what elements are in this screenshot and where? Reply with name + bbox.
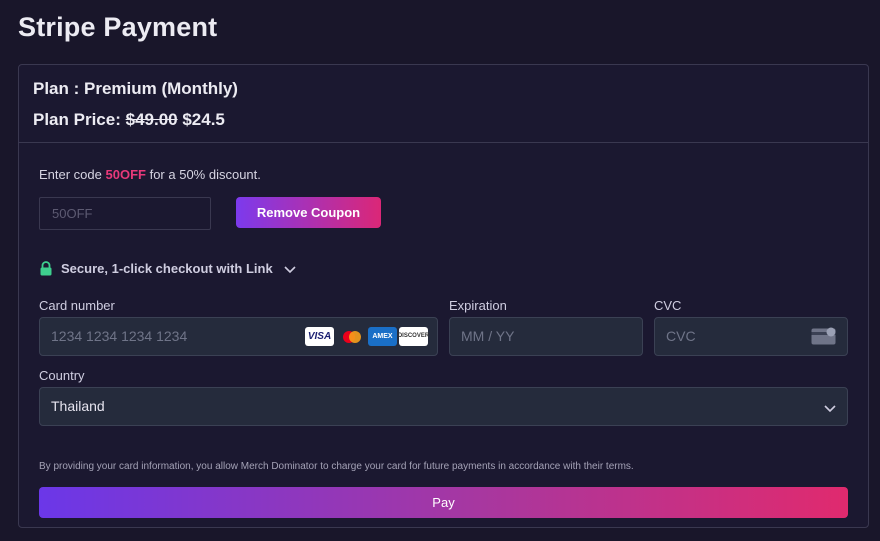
chevron-down-icon	[824, 405, 836, 413]
expiration-placeholder: MM / YY	[461, 328, 515, 344]
link-checkout-toggle[interactable]: Secure, 1-click checkout with Link	[39, 261, 297, 276]
plan-new-price: $24.5	[182, 110, 225, 129]
plan-price-label: Plan Price:	[33, 110, 121, 129]
discover-icon: DISCOVER	[398, 327, 429, 346]
page-title: Stripe Payment	[18, 12, 218, 42]
expiration-input[interactable]: MM / YY	[449, 317, 643, 356]
mastercard-icon	[337, 327, 366, 346]
cvc-card-icon	[811, 327, 836, 345]
coupon-hint: Enter code 50OFF for a 50% discount.	[39, 167, 261, 182]
plan-old-price: $49.00	[125, 110, 178, 129]
cvc-label: CVC	[654, 298, 682, 313]
country-select[interactable]: Thailand	[39, 387, 848, 426]
card-number-placeholder: 1234 1234 1234 1234	[51, 328, 188, 344]
coupon-code-highlight: 50OFF	[105, 167, 146, 182]
lock-icon	[40, 261, 52, 276]
payment-card: Plan : Premium (Monthly) Plan Price: $49…	[18, 64, 869, 528]
card-number-label: Card number	[39, 298, 115, 313]
coupon-hint-suffix: for a 50% discount.	[149, 167, 261, 182]
visa-icon: VISA	[305, 327, 334, 346]
expiration-label: Expiration	[449, 298, 507, 313]
terms-text: By providing your card information, you …	[39, 461, 634, 472]
coupon-input[interactable]: 50OFF	[39, 197, 211, 230]
country-value: Thailand	[51, 398, 105, 414]
coupon-hint-prefix: Enter code	[39, 167, 102, 182]
country-label: Country	[39, 368, 85, 383]
cvc-placeholder: CVC	[666, 328, 696, 344]
plan-name: Plan : Premium (Monthly)	[33, 79, 238, 98]
plan-price: Plan Price: $49.00 $24.5	[33, 110, 854, 130]
cvc-input[interactable]: CVC	[654, 317, 848, 356]
pay-button[interactable]: Pay	[39, 487, 848, 518]
link-checkout-text: Secure, 1-click checkout with Link	[61, 261, 273, 276]
chevron-down-icon	[284, 265, 296, 273]
amex-icon: AMEX	[368, 327, 397, 346]
plan-summary: Plan : Premium (Monthly) Plan Price: $49…	[19, 65, 868, 143]
remove-coupon-button[interactable]: Remove Coupon	[236, 197, 381, 228]
card-number-input[interactable]: 1234 1234 1234 1234 VISA AMEX DISCOVER	[39, 317, 438, 356]
